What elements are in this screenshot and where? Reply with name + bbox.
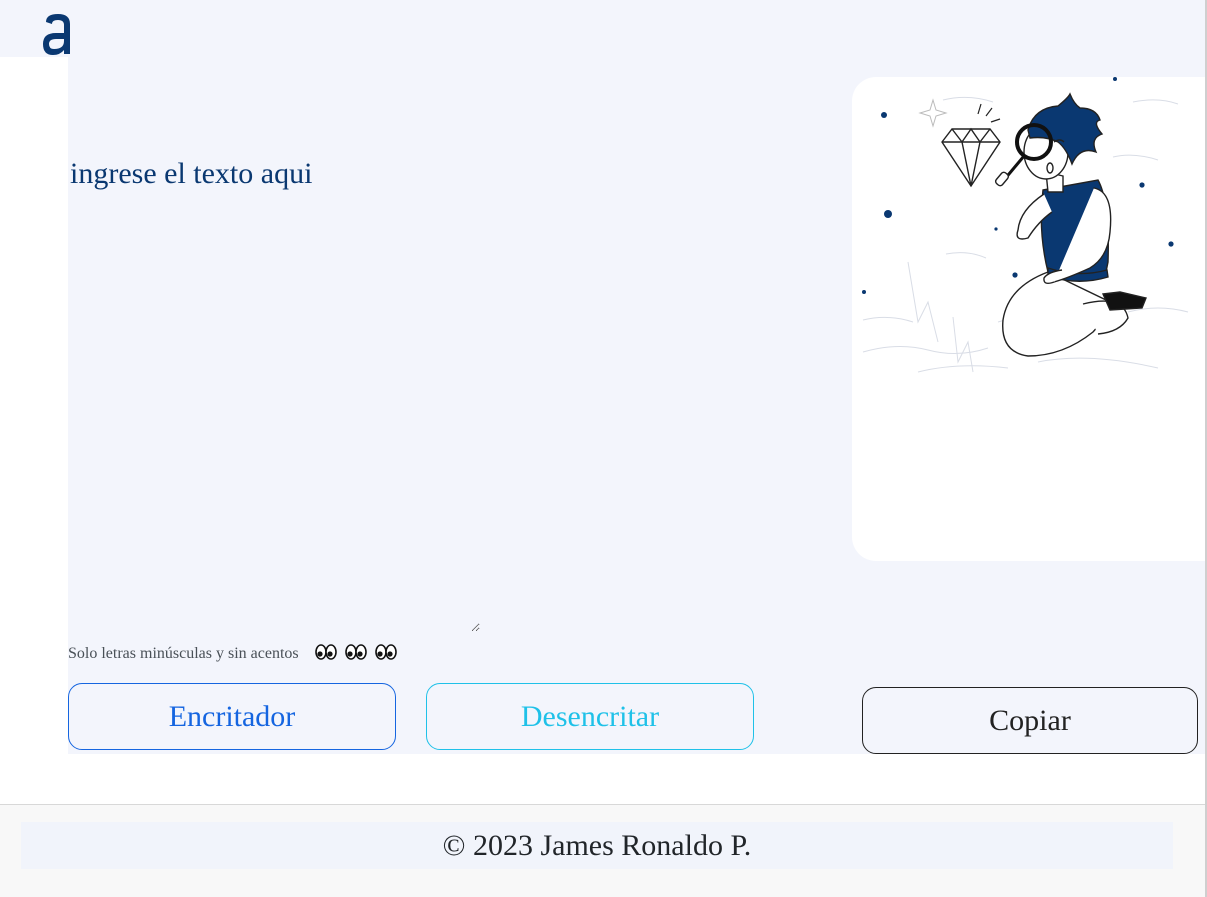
eyes-icon <box>374 644 397 660</box>
text-input[interactable] <box>68 150 480 632</box>
copy-button[interactable]: Copiar <box>862 687 1198 754</box>
footer-text: © 2023 James Ronaldo P. <box>21 822 1173 869</box>
footer: © 2023 James Ronaldo P. <box>0 804 1207 897</box>
header <box>0 0 1207 57</box>
eyes-icons <box>307 644 397 663</box>
decrypt-button[interactable]: Desencritar <box>426 683 754 750</box>
person-searching-diamond-illustration <box>858 72 1198 392</box>
alura-logo-icon[interactable] <box>40 8 76 58</box>
eyes-icon <box>314 644 337 660</box>
eyes-icon <box>344 644 367 660</box>
hint-text: Solo letras minúsculas y sin acentos <box>68 645 299 662</box>
encrypt-button[interactable]: Encritador <box>68 683 396 750</box>
hint-row: Solo letras minúsculas y sin acentos <box>68 644 397 663</box>
